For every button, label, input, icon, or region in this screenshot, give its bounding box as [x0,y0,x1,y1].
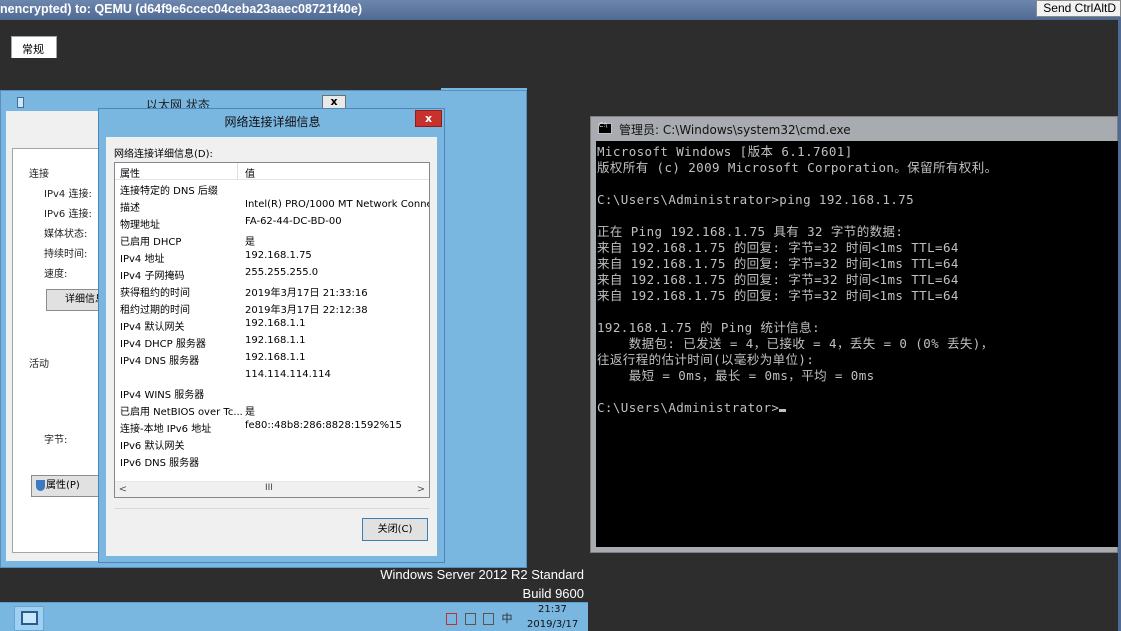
list-item[interactable]: IPv4 默认网关 192.168.1.1 [115,316,429,333]
tab-general[interactable]: 常规 [11,36,57,58]
console-line: 版权所有 (c) 2009 Microsoft Corporation。保留所有… [597,160,998,175]
details-list[interactable]: 属性 值 连接特定的 DNS 后缀 描述 Intel(R) PRO/1000 MT… [114,162,430,498]
ipv4-label: IPv4 连接: [44,189,92,200]
console-line: 来自 192.168.1.75 的回复: 字节=32 时间<1ms TTL=64 [597,240,959,255]
cmd-title: 管理员: C:\Windows\system32\cmd.exe [619,123,851,137]
list-item[interactable]: 连接特定的 DNS 后缀 [115,180,429,197]
vnc-title-bar: nencrypted) to: QEMU (d64f9e6ccec04ceba2… [0,0,1121,20]
clock-date[interactable]: 2019/3/17 [527,619,578,630]
dialog-title: 网络连接详细信息 [224,115,321,129]
media-label: 媒体状态: [44,229,88,240]
scroll-right-icon[interactable]: > [414,483,428,497]
list-item[interactable]: 获得租约的时间 2019年3月17日 21:33:16 [115,282,429,299]
console-line: Microsoft Windows [版本 6.1.7601] [597,144,853,159]
list-item[interactable]: 114.114.114.114 [115,367,429,384]
horizontal-scrollbar[interactable]: < III > [115,481,429,497]
scroll-left-icon[interactable]: < [116,483,130,497]
network-icon [17,97,24,108]
console-prompt: C:\Users\Administrator> [597,400,780,415]
clock-time[interactable]: 21:37 [538,604,567,615]
console-line: 数据包: 已发送 = 4，已接收 = 4，丢失 = 0 (0% 丢失)， [597,336,994,351]
console-line: 来自 192.168.1.75 的回复: 字节=32 时间<1ms TTL=64 [597,256,959,271]
list-header: 属性 值 [115,163,429,180]
cmd-console[interactable]: Microsoft Windows [版本 6.1.7601] 版权所有 (c) … [596,141,1118,547]
build-watermark: Build 9600 [522,586,584,601]
console-line: ​ [597,208,1118,224]
properties-button[interactable]: 属性(P) [31,475,101,497]
system-tray: 中 [446,610,513,626]
properties-label: 属性(P) [46,480,80,491]
taskbar-app-button[interactable] [14,606,44,631]
speed-label: 速度: [44,269,68,280]
list-item[interactable]: 描述 Intel(R) PRO/1000 MT Network Connect [115,197,429,214]
duration-label: 持续时间: [44,249,88,260]
section-activity: 活动 [29,359,49,370]
edition-watermark: Windows Server 2012 R2 Standard [380,567,584,582]
list-item[interactable]: IPv4 DNS 服务器 192.168.1.1 [115,350,429,367]
list-item[interactable]: 已启用 DHCP 是 [115,231,429,248]
console-line: 正在 Ping 192.168.1.75 具有 32 字节的数据: [597,224,904,239]
column-property[interactable]: 属性 [120,165,140,180]
cmd-icon [598,122,612,134]
shield-icon [36,480,45,491]
console-line: 最短 = 0ms，最长 = 0ms，平均 = 0ms [597,368,875,383]
flag-icon[interactable] [464,613,476,625]
console-prompt-line: C:\Users\Administrator> [597,400,1118,416]
scroll-thumb[interactable]: III [265,483,273,493]
send-ctrl-alt-del-button[interactable]: Send CtrlAltD [1036,0,1121,17]
console-line: 来自 192.168.1.75 的回复: 字节=32 时间<1ms TTL=64 [597,288,959,303]
column-value[interactable]: 值 [245,165,255,180]
list-item[interactable]: 已启用 NetBIOS over Tc... 是 [115,401,429,418]
list-item[interactable]: 物理地址 FA-62-44-DC-BD-00 [115,214,429,231]
console-line: C:\Users\Administrator>ping 192.168.1.75 [597,192,915,207]
list-item[interactable]: IPv4 地址 192.168.1.75 [115,248,429,265]
list-item[interactable]: 连接-本地 IPv6 地址 fe80::48b8:286:8828:1592%15 [115,418,429,435]
console-line: 往返行程的估计时间(以毫秒为单位): [597,352,815,367]
text-cursor [779,409,787,412]
list-item[interactable]: IPv4 WINS 服务器 [115,384,429,401]
console-line: ​ [597,384,1118,400]
bytes-label: 字节: [44,435,68,446]
list-item[interactable]: IPv6 DNS 服务器 [115,452,429,469]
details-label: 网络连接详细信息(D): [114,149,213,160]
network-icon[interactable] [483,613,494,625]
console-line: ​ [597,304,1118,320]
speaker-muted-icon[interactable] [446,613,457,625]
list-item[interactable]: IPv4 子网掩码 255.255.255.0 [115,265,429,282]
console-line: 192.168.1.75 的 Ping 统计信息: [597,320,821,335]
ipv6-label: IPv6 连接: [44,209,92,220]
tab-panel: 连接 IPv4 连接: IPv6 连接: 媒体状态: 持续时间: 速度: 详细信… [12,148,106,553]
ime-indicator[interactable]: 中 [502,612,513,625]
list-item[interactable]: IPv4 DHCP 服务器 192.168.1.1 [115,333,429,350]
list-item[interactable]: IPv6 默认网关 [115,435,429,452]
details-button[interactable]: 详细信息 [46,289,106,311]
list-item[interactable]: 租约过期的时间 2019年3月17日 22:12:38 [115,299,429,316]
console-line: 来自 192.168.1.75 的回复: 字节=32 时间<1ms TTL=64 [597,272,959,287]
vnc-title: nencrypted) to: QEMU (d64f9e6ccec04ceba2… [0,2,362,16]
network-center-icon [21,611,38,625]
close-dialog-button[interactable]: 关闭(C) [362,518,428,541]
section-connection: 连接 [29,169,49,180]
close-button[interactable]: x [415,110,442,127]
divider [114,508,430,509]
console-line: ​ [597,176,1118,192]
